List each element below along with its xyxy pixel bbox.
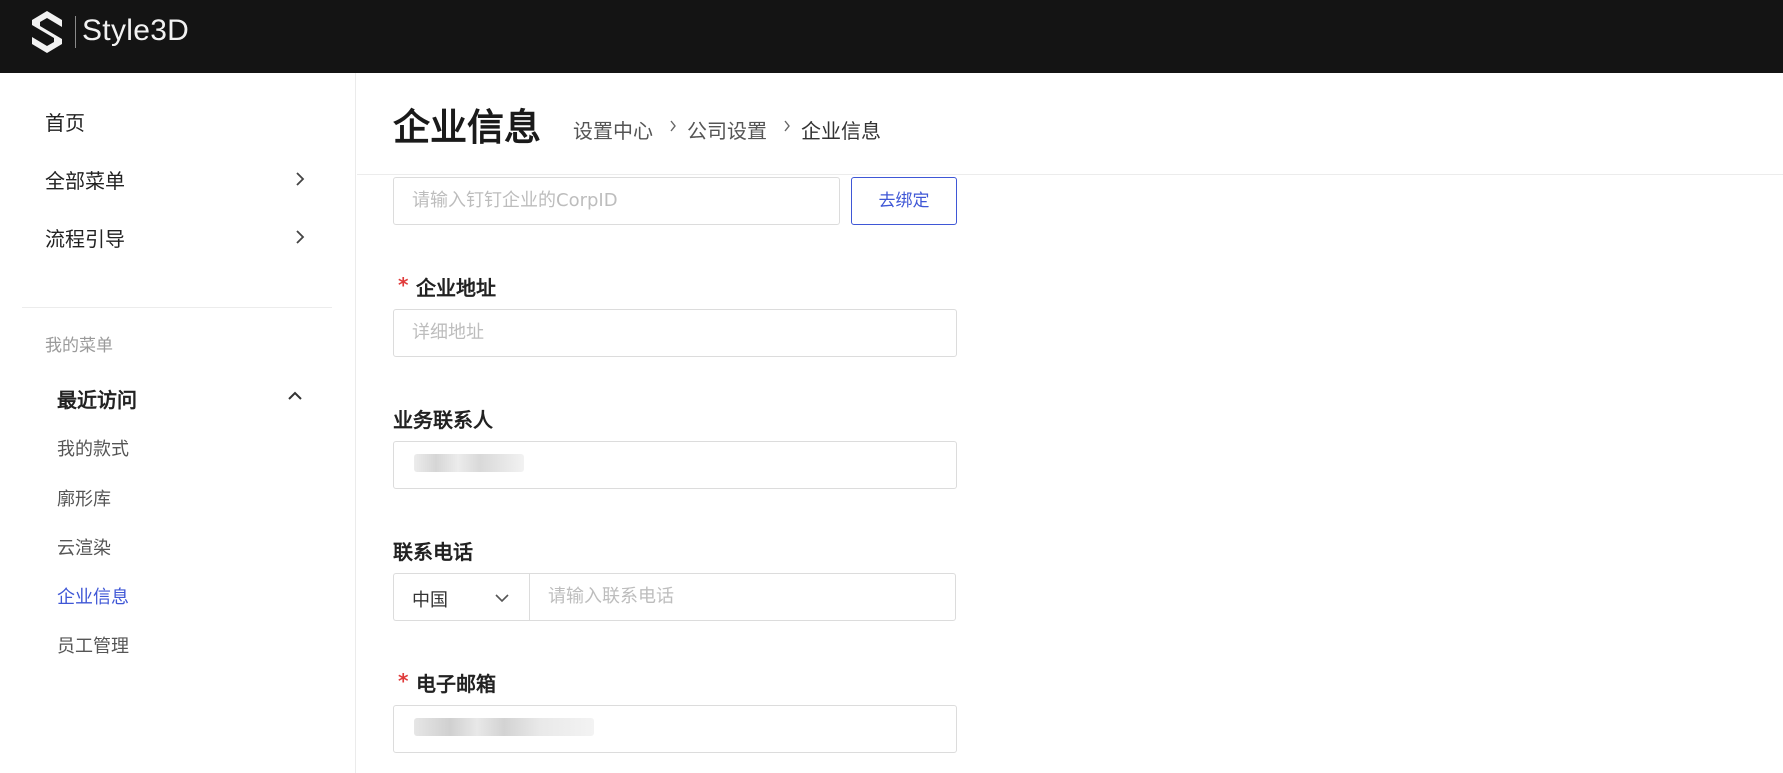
required-mark: *	[398, 669, 409, 693]
chevron-right-icon	[784, 120, 790, 132]
sidebar-item-home[interactable]: 首页	[45, 107, 85, 136]
chevron-up-icon[interactable]	[286, 387, 304, 405]
corpid-input[interactable]: 请输入钉钉企业的CorpID	[393, 177, 840, 225]
chevron-right-icon	[670, 120, 676, 132]
brand-name[interactable]: Style3D	[82, 14, 189, 48]
recent-visits-header[interactable]: 最近访问	[57, 384, 137, 413]
sidebar-item-my-styles[interactable]: 我的款式	[57, 435, 129, 461]
email-label: 电子邮箱	[416, 672, 496, 696]
sidebar-item-staff-management[interactable]: 员工管理	[57, 632, 129, 658]
page-header: 企业信息 设置中心 公司设置 企业信息	[357, 73, 1783, 175]
breadcrumb-settings-center[interactable]: 设置中心	[573, 115, 653, 144]
bind-button[interactable]: 去绑定	[851, 177, 957, 225]
sidebar: 首页 全部菜单 流程引导 我的菜单 最近访问 我的款式 廓形库 云渲染 企业信息…	[0, 73, 356, 773]
address-input[interactable]: 详细地址	[393, 309, 957, 357]
address-label: 企业地址	[416, 276, 496, 300]
redacted-value	[414, 718, 594, 736]
country-select[interactable]: 中国	[393, 573, 529, 621]
contact-label: 业务联系人	[393, 408, 493, 432]
logo-divider	[75, 16, 76, 48]
chevron-down-icon	[495, 594, 509, 603]
chevron-right-icon[interactable]	[292, 171, 308, 187]
breadcrumb-company-settings[interactable]: 公司设置	[687, 115, 767, 144]
sidebar-item-all-menus[interactable]: 全部菜单	[45, 165, 125, 194]
page-title: 企业信息	[393, 106, 541, 149]
phone-label: 联系电话	[393, 540, 473, 564]
chevron-right-icon[interactable]	[292, 229, 308, 245]
country-value: 中国	[412, 590, 448, 611]
phone-input[interactable]: 请输入联系电话	[529, 573, 956, 621]
redacted-value	[414, 454, 524, 472]
sidebar-item-process-guide[interactable]: 流程引导	[45, 223, 125, 252]
email-input[interactable]	[393, 705, 957, 753]
sidebar-item-company-info[interactable]: 企业信息	[57, 583, 129, 609]
sidebar-item-silhouette-library[interactable]: 廓形库	[57, 485, 111, 511]
sidebar-divider	[22, 307, 332, 308]
contact-input[interactable]	[393, 441, 957, 489]
sidebar-section-label: 我的菜单	[45, 336, 113, 356]
style3d-logo-icon[interactable]	[30, 10, 64, 54]
breadcrumb-company-info: 企业信息	[801, 119, 881, 143]
required-mark: *	[398, 273, 409, 297]
sidebar-item-cloud-render[interactable]: 云渲染	[57, 534, 111, 560]
top-bar: Style3D	[0, 0, 1783, 73]
